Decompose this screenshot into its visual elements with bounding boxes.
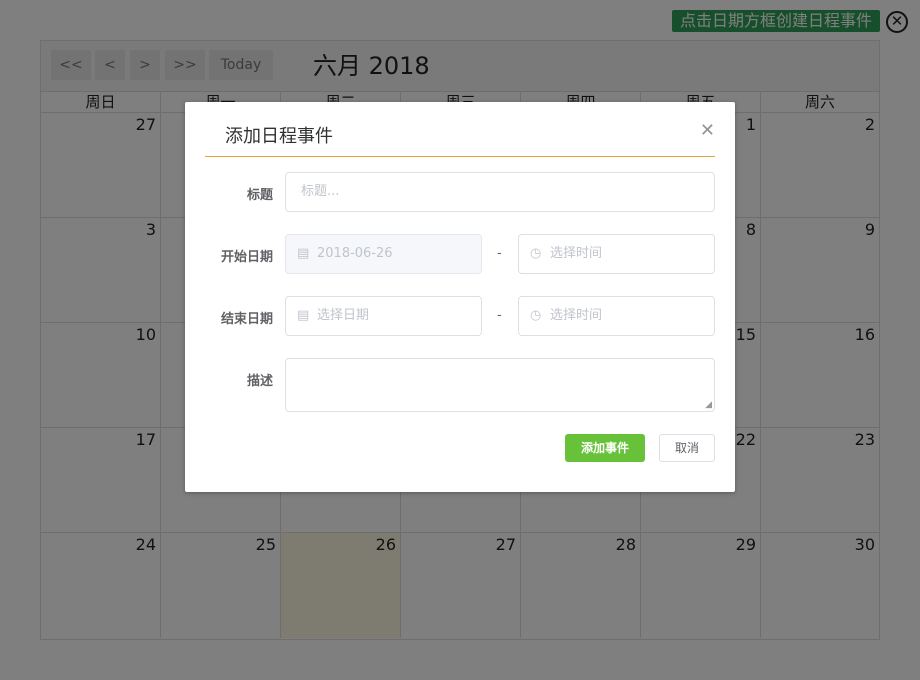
date-separator: -: [497, 246, 502, 261]
add-event-dialog: 添加日程事件 ✕ 标题 标题... 开始日期 ▤ 2018-06-26 - ◷ 选择…: [185, 102, 735, 492]
add-event-button[interactable]: 添加事件: [565, 434, 645, 462]
clock-icon: ◷: [530, 246, 542, 261]
dialog-divider: [205, 156, 715, 157]
end-time-placeholder: 选择时间: [550, 308, 603, 323]
title-input[interactable]: 标题...: [285, 172, 715, 212]
resize-handle-icon[interactable]: ◢: [705, 400, 712, 410]
calendar-icon: ▤: [297, 246, 310, 261]
end-date-label: 结束日期: [220, 312, 273, 327]
calendar-icon: ▤: [297, 308, 310, 323]
start-date-value: 2018-06-26: [317, 246, 393, 261]
end-date-picker[interactable]: ▤ 选择日期: [285, 296, 482, 336]
dialog-title: 添加日程事件: [225, 126, 333, 147]
start-time-placeholder: 选择时间: [550, 246, 603, 261]
end-date-placeholder: 选择日期: [317, 308, 370, 323]
description-textarea[interactable]: ◢: [285, 358, 715, 412]
clock-icon: ◷: [530, 308, 542, 323]
close-icon[interactable]: ✕: [700, 120, 715, 141]
date-separator: -: [497, 308, 502, 323]
title-label: 标题: [246, 188, 273, 203]
start-date-picker[interactable]: ▤ 2018-06-26: [285, 234, 482, 274]
description-label: 描述: [246, 374, 273, 389]
end-time-picker[interactable]: ◷ 选择时间: [518, 296, 715, 336]
start-date-label: 开始日期: [220, 250, 273, 265]
start-time-picker[interactable]: ◷ 选择时间: [518, 234, 715, 274]
title-placeholder: 标题...: [301, 184, 340, 199]
cancel-button[interactable]: 取消: [659, 434, 715, 462]
